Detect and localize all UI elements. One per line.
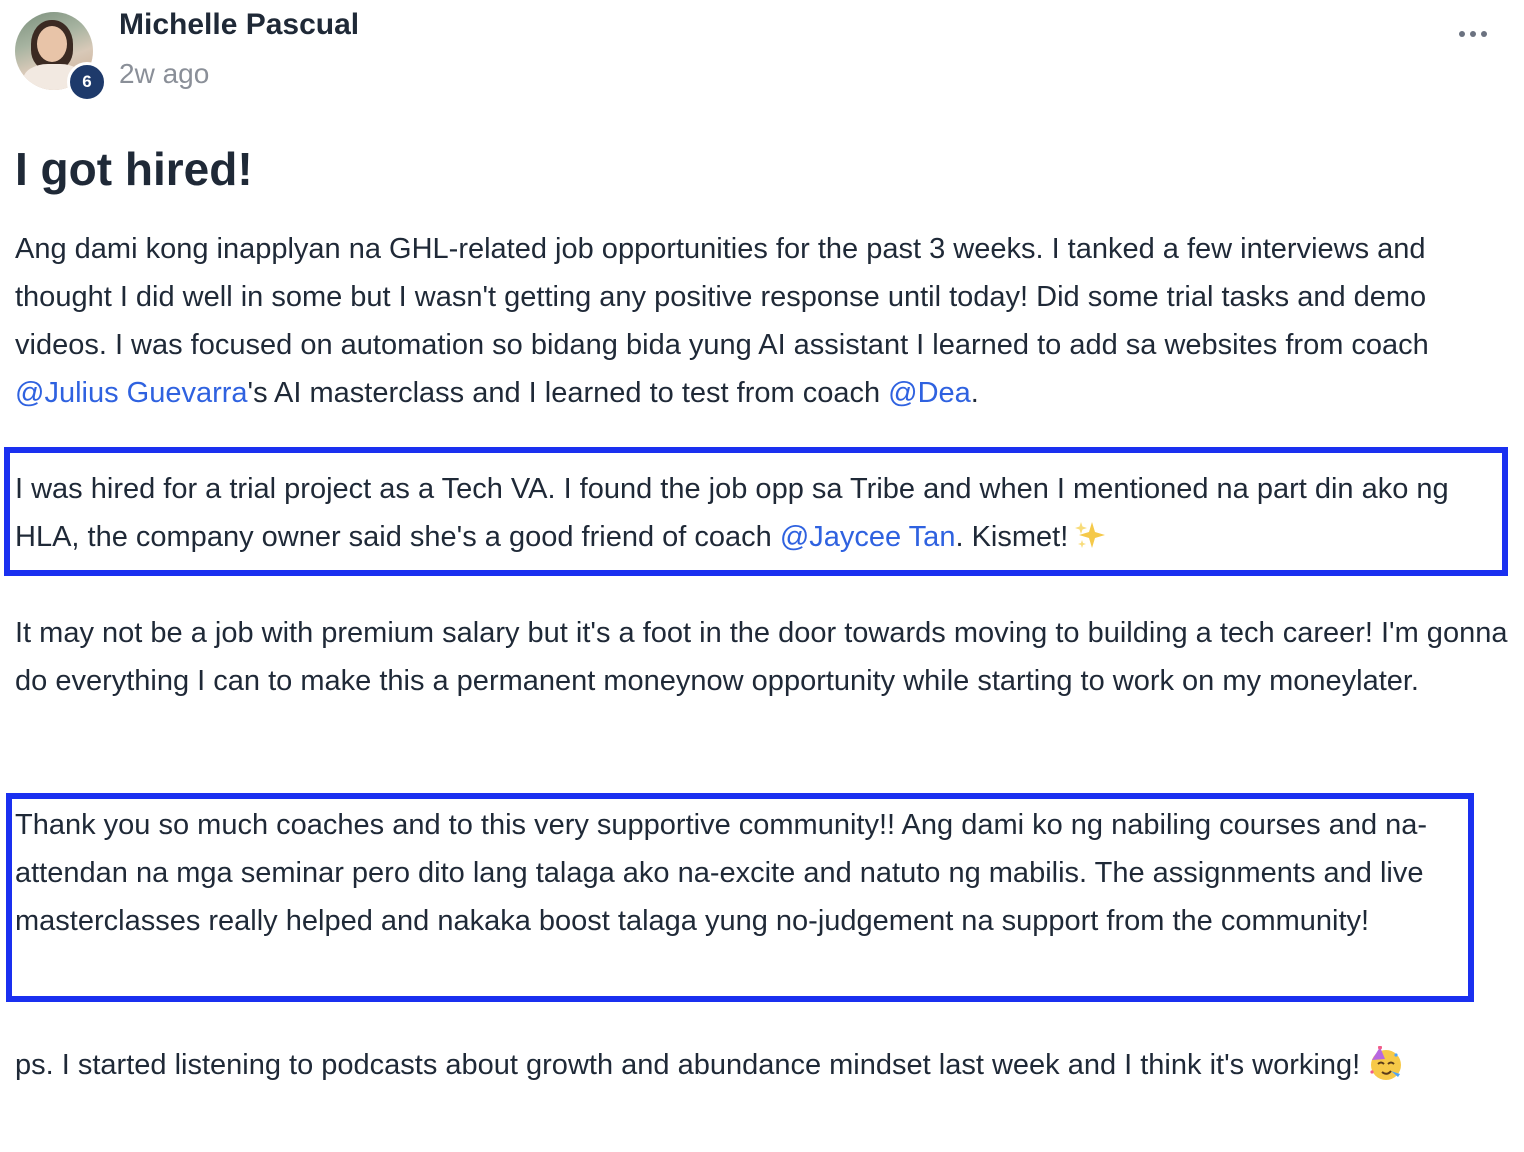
mention-julius-guevarra[interactable]: @Julius Guevarra bbox=[15, 377, 248, 409]
post-paragraph-2: I was hired for a trial project as a Tec… bbox=[15, 465, 1510, 561]
more-horizontal-icon bbox=[1457, 31, 1490, 37]
more-options-button[interactable] bbox=[1451, 20, 1495, 48]
paragraph-text: . Kismet! bbox=[955, 521, 1069, 553]
paragraph-text: I was hired for a trial project as a Tec… bbox=[15, 473, 1449, 553]
mention-jaycee-tan[interactable]: @Jaycee Tan bbox=[780, 521, 956, 553]
post-paragraph-3: It may not be a job with premium salary … bbox=[15, 617, 1508, 697]
post-timestamp[interactable]: 2w ago bbox=[119, 58, 209, 90]
post-title: I got hired! bbox=[15, 143, 253, 195]
paragraph-text: ps. I started listening to podcasts abou… bbox=[15, 1049, 1361, 1081]
paragraph-text: 's AI masterclass and I learned to test … bbox=[247, 377, 889, 409]
paragraph-text: Ang dami kong inapplyan na GHL-related j… bbox=[15, 233, 1429, 361]
author-name[interactable]: Michelle Pascual bbox=[119, 8, 359, 42]
author-avatar[interactable]: 6 bbox=[15, 12, 107, 102]
sparkles-icon bbox=[1075, 522, 1106, 548]
post-paragraph-5: ps. I started listening to podcasts abou… bbox=[15, 1041, 1510, 1089]
post-paragraph-1: Ang dami kong inapplyan na GHL-related j… bbox=[15, 225, 1510, 417]
level-badge: 6 bbox=[67, 62, 107, 102]
partying-face-icon bbox=[1370, 1046, 1402, 1080]
post-card: 6 Michelle Pascual 2w ago I got hired! A… bbox=[0, 0, 1524, 1152]
post-paragraph-4: Thank you so much coaches and to this ve… bbox=[15, 809, 1428, 937]
paragraph-text: . bbox=[970, 377, 979, 409]
mention-dea[interactable]: @Dea bbox=[888, 377, 971, 409]
post-header: 6 Michelle Pascual 2w ago bbox=[15, 8, 1515, 102]
